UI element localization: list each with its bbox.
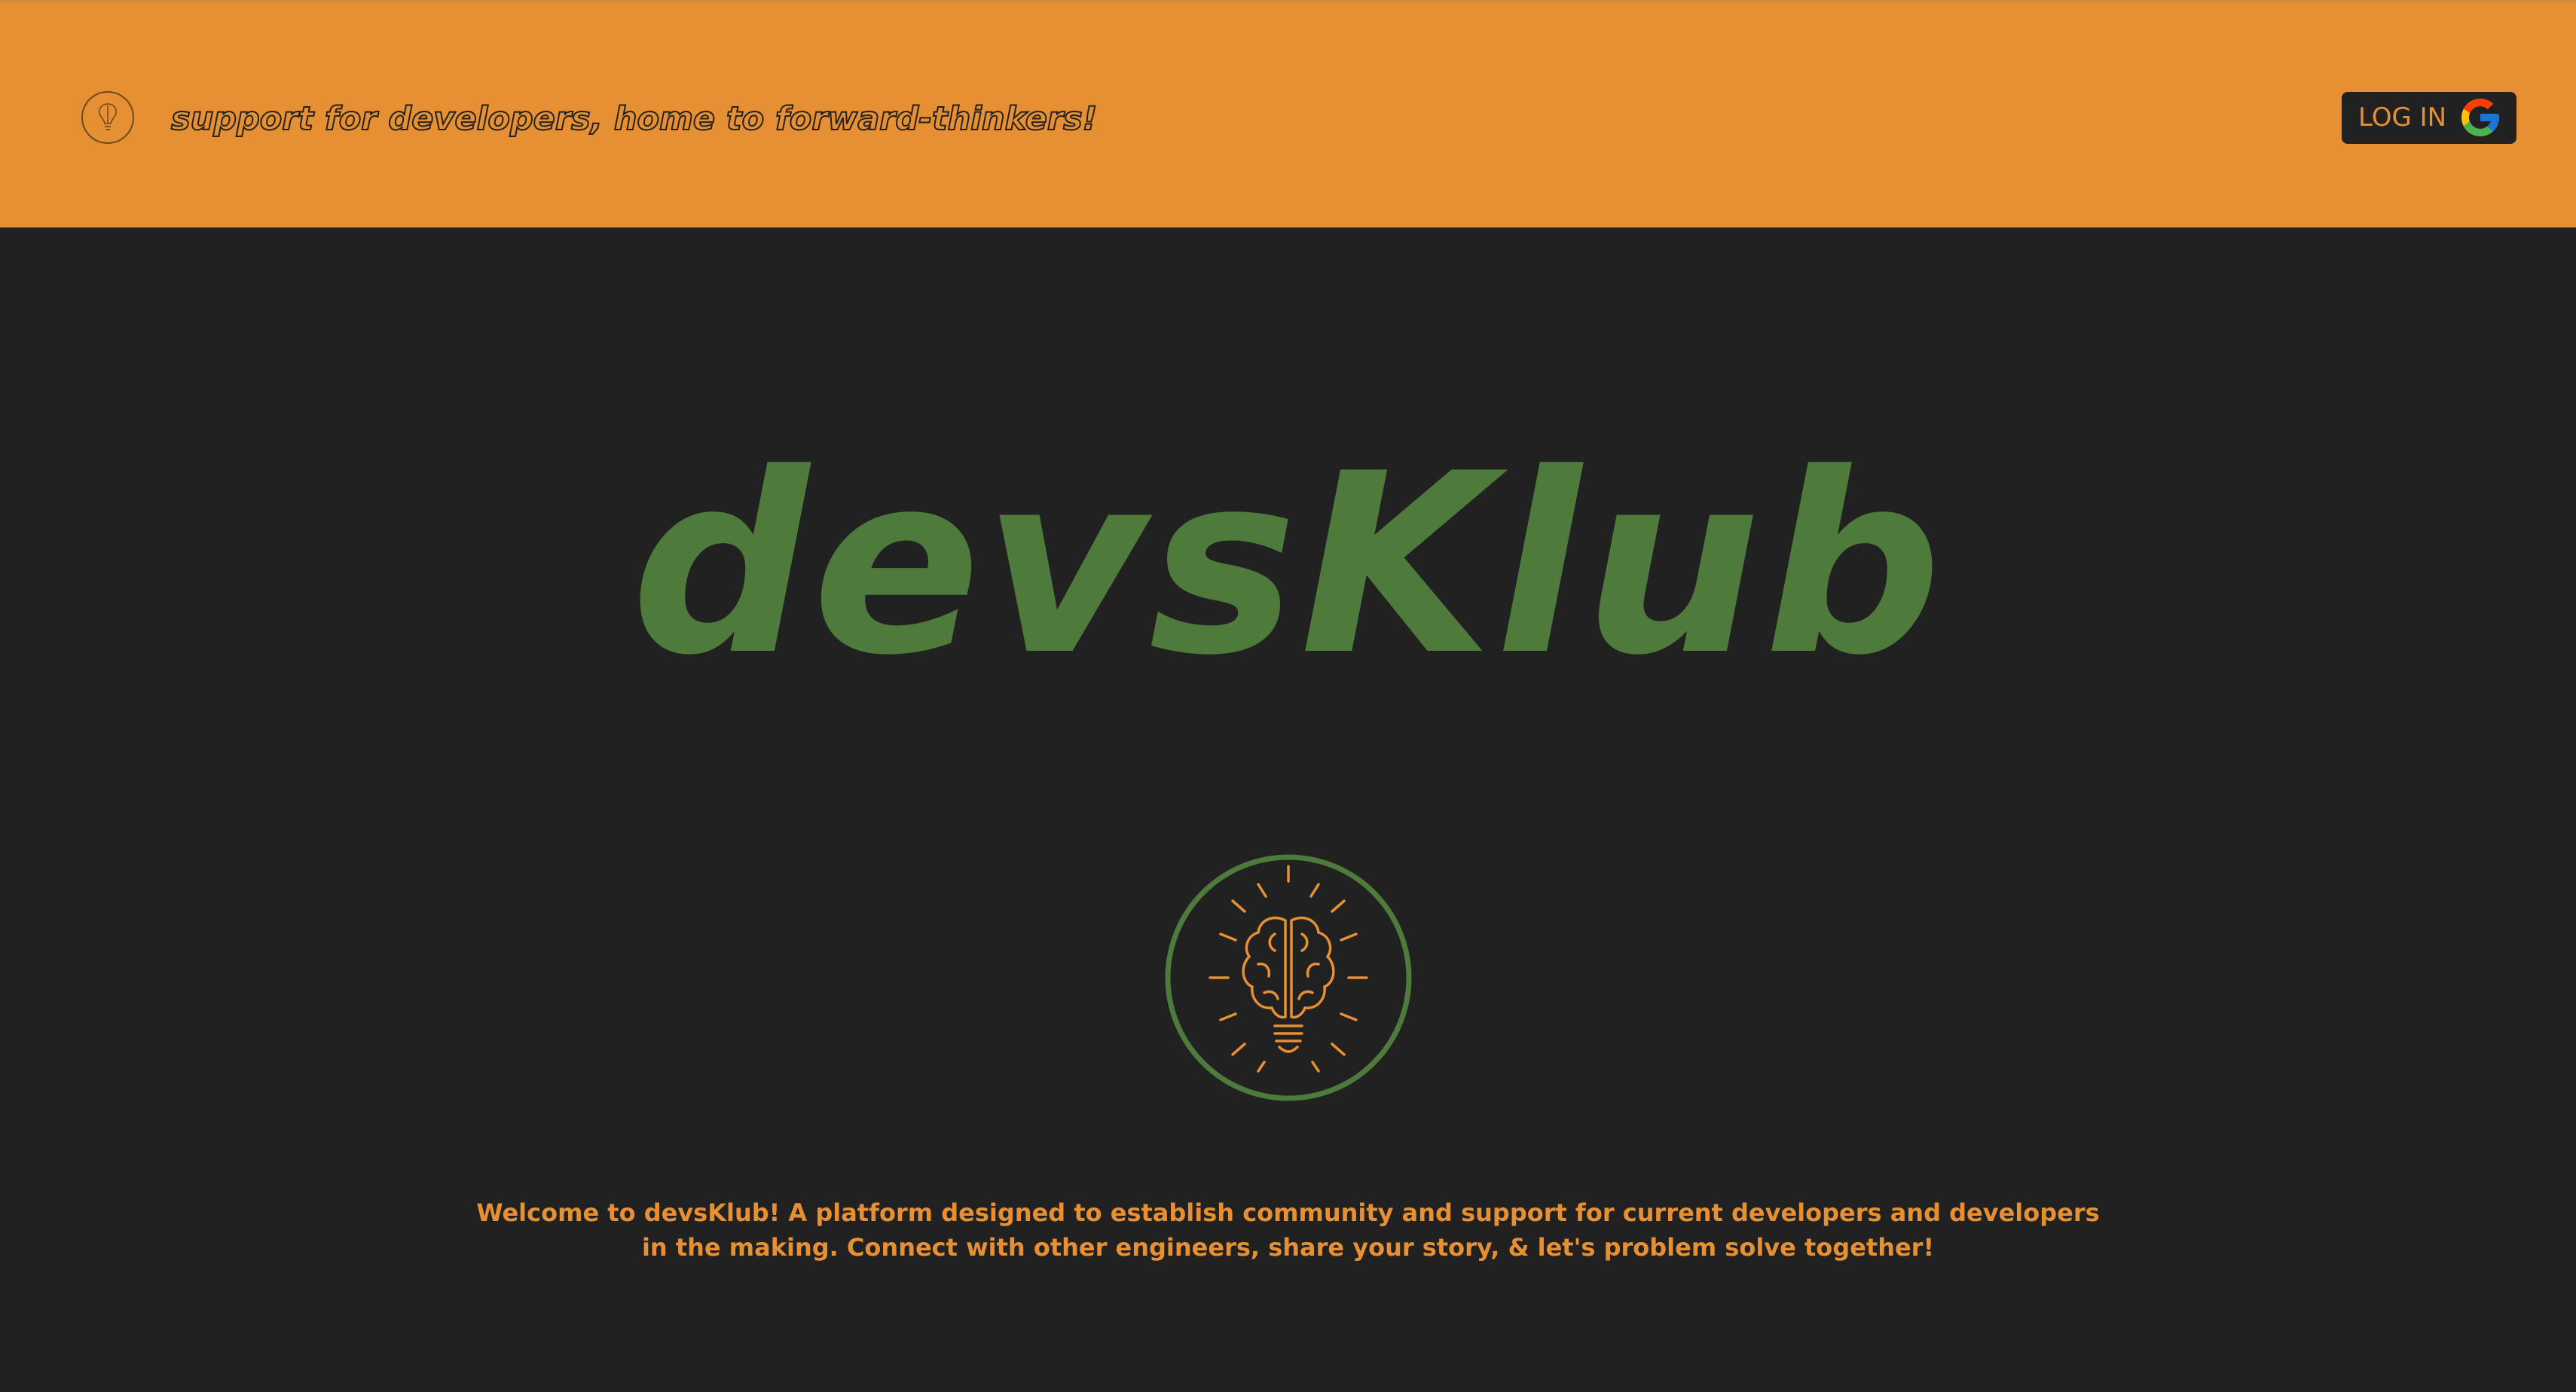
google-login-button[interactable]: LOG IN <box>2342 92 2516 144</box>
top-header: support for developers, home to forward-… <box>0 0 2576 227</box>
hero-title: devsKlub <box>631 420 1945 710</box>
header-tagline: support for developers, home to forward-… <box>170 99 1098 139</box>
brain-lightbulb-icon <box>1165 854 1412 1101</box>
brain-lightbulb-logo-icon[interactable] <box>81 90 135 145</box>
welcome-message: Welcome to devsKlub! A platform designed… <box>452 1195 2124 1265</box>
google-icon <box>2461 99 2499 136</box>
login-label: LOG IN <box>2358 102 2447 133</box>
welcome-line-2: in the making. Connect with other engine… <box>641 1233 1935 1262</box>
welcome-line-1: Welcome to devsKlub! A platform designed… <box>476 1198 2100 1227</box>
